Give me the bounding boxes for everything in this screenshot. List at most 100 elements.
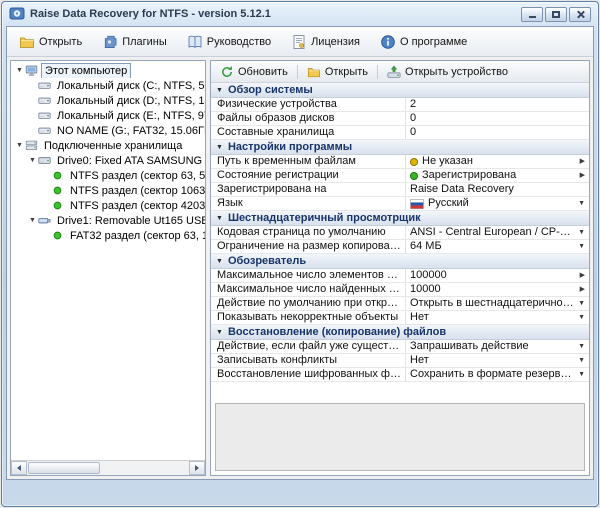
horizontal-scrollbar[interactable] — [11, 460, 205, 475]
dropdown-arrow-icon[interactable]: ▼ — [578, 240, 585, 253]
minimize-icon — [528, 16, 536, 18]
property-name: Показывать некорректные объекты — [211, 311, 406, 324]
section-header[interactable]: ▼ Обозреватель — [211, 254, 589, 269]
property-value: Не указан ▶ — [406, 155, 589, 168]
property-row[interactable]: Кодовая страница по умолчанию ANSI - Cent… — [211, 226, 589, 240]
scroll-right-button[interactable] — [189, 461, 205, 475]
tree-item[interactable]: NTFS раздел (сектор 106318233, 149. — [11, 183, 205, 198]
property-row[interactable]: Записывать конфликты Нет ▼ — [211, 354, 589, 368]
minimize-button[interactable] — [521, 6, 543, 22]
property-value-text: 64 МБ — [410, 240, 442, 252]
tree-item[interactable]: Локальный диск (C:, NTFS, 50.69ГБ) — [11, 78, 205, 93]
manual-button[interactable]: Руководство — [181, 31, 277, 53]
property-value-text: Сохранить в формате резервной копии — [410, 368, 575, 380]
property-row[interactable]: Физические устройства 2 — [211, 98, 589, 112]
disk-icon — [38, 124, 54, 137]
device-tree: ▼ Этот компьютер Локальный диск (C:, NTFS,… — [11, 61, 205, 460]
property-value-text: Русский — [428, 197, 469, 209]
property-row[interactable]: Файлы образов дисков 0 — [211, 112, 589, 126]
tree-item[interactable]: ▼ Drive0: Fixed ATA SAMSUNG HD321KJ — [11, 153, 205, 168]
property-row[interactable]: Зарегистрирована на Raise Data Recovery — [211, 183, 589, 197]
open-folder-button[interactable]: Открыть — [13, 31, 88, 53]
tree-item[interactable]: Локальный диск (E:, NTFS, 97.65ГБ) — [11, 108, 205, 123]
property-name: Физические устройства — [211, 98, 406, 111]
dropdown-arrow-icon[interactable]: ▼ — [578, 368, 585, 381]
property-value: Сохранить в формате резервной копии▼ — [406, 368, 589, 381]
panel-toolbar-label: Открыть устройство — [405, 65, 508, 78]
tree-item[interactable]: ▼ Drive1: Removable Ut165 USB USB2Flash — [11, 213, 205, 228]
tree-item[interactable]: ▼ Подключенные хранилища — [11, 138, 205, 153]
property-value-text: Не указан — [422, 155, 473, 167]
tree-item[interactable]: Локальный диск (D:, NTFS, 149.73ГБ) — [11, 93, 205, 108]
property-row[interactable]: Составные хранилища 0 — [211, 126, 589, 140]
refresh-button[interactable]: Обновить — [215, 63, 293, 81]
toolbar-button-label: Руководство — [206, 35, 272, 48]
maximize-icon — [552, 10, 560, 18]
status-dot-icon — [410, 171, 418, 180]
property-row[interactable]: Максимальное число найденных элементов в… — [211, 283, 589, 297]
license-button[interactable]: Лицензия — [285, 31, 366, 53]
maximize-button[interactable] — [545, 6, 567, 22]
collapse-icon: ▼ — [216, 214, 223, 222]
scrollbar-thumb[interactable] — [28, 462, 100, 474]
property-value: Raise Data Recovery — [406, 183, 589, 196]
dropdown-arrow-icon[interactable]: ▼ — [578, 226, 585, 239]
section-header[interactable]: ▼ Восстановление (копирование) файлов — [211, 325, 589, 340]
property-value-text: 2 — [410, 98, 417, 110]
scrollbar-track[interactable] — [27, 461, 189, 475]
section-header[interactable]: ▼ Настройки программы — [211, 140, 589, 155]
expand-arrow-icon[interactable]: ▶ — [580, 269, 585, 282]
partition-dot-icon — [51, 199, 67, 212]
property-row[interactable]: Действие по умолчанию при открытии файла… — [211, 297, 589, 311]
expand-arrow-icon[interactable]: ▶ — [580, 283, 585, 296]
panel-toolbar: Обновить Открыть Открыть устройство — [211, 61, 589, 83]
tree-item[interactable]: FAT32 раздел (сектор 63, 15.06ГБ) — [11, 228, 205, 243]
tree-item[interactable]: NTFS раздел (сектор 63, 50.69ГБ) — [11, 168, 205, 183]
expander-icon[interactable]: ▼ — [14, 138, 25, 153]
section-header[interactable]: ▼ Шестнадцатеричный просмотрщик — [211, 211, 589, 226]
titlebar: Raise Data Recovery for NTFS - version 5… — [2, 2, 598, 26]
property-row[interactable]: Показывать некорректные объекты Нет ▼ — [211, 311, 589, 325]
tree-item-label: Локальный диск (E:, NTFS, 97.65ГБ) — [57, 109, 205, 122]
client-area: Открыть Плагины Руководство Лицензия О прогр… — [6, 26, 594, 480]
tree-item[interactable]: NTFS раздел (сектор 420340788, 97.6 — [11, 198, 205, 213]
property-value-text: Нет — [410, 311, 429, 323]
scroll-left-button[interactable] — [11, 461, 27, 475]
open-button[interactable]: Открыть — [302, 63, 373, 81]
expand-arrow-icon[interactable]: ▶ — [580, 169, 585, 182]
property-row[interactable]: Язык Русский ▼ — [211, 197, 589, 211]
partition-dot-icon — [51, 184, 67, 197]
property-row[interactable]: Действие, если файл уже существует Запраш… — [211, 340, 589, 354]
partition-dot-icon — [51, 169, 67, 182]
partition-dot-icon — [51, 229, 67, 242]
tree-item[interactable]: NO NAME (G:, FAT32, 15.06ГБ) — [11, 123, 205, 138]
dropdown-arrow-icon[interactable]: ▼ — [578, 354, 585, 367]
dropdown-arrow-icon[interactable]: ▼ — [578, 297, 585, 310]
dropdown-arrow-icon[interactable]: ▼ — [578, 340, 585, 353]
close-button[interactable] — [569, 6, 591, 22]
property-value: Запрашивать действие ▼ — [406, 340, 589, 353]
property-row[interactable]: Путь к временным файлам Не указан ▶ — [211, 155, 589, 169]
expander-icon[interactable]: ▼ — [27, 153, 38, 168]
toolbar-button-label: Плагины — [122, 35, 167, 48]
property-row[interactable]: Максимальное число элементов на странице… — [211, 269, 589, 283]
property-row[interactable]: Ограничение на размер копирования 64 МБ ▼ — [211, 240, 589, 254]
property-value-text: Открыть в шестнадцатеричном просмотрщике — [410, 297, 574, 309]
scroll-right-icon — [195, 465, 199, 471]
properties-panel: Обновить Открыть Открыть устройство ▼ Обзор… — [210, 60, 590, 476]
open-device-button[interactable]: Открыть устройство — [382, 63, 513, 81]
section-header[interactable]: ▼ Обзор системы — [211, 83, 589, 98]
expand-arrow-icon[interactable]: ▶ — [580, 155, 585, 168]
window-title: Raise Data Recovery for NTFS - version 5… — [30, 8, 271, 20]
expander-icon[interactable]: ▼ — [27, 213, 38, 228]
property-row[interactable]: Восстановление шифрованных файлов на NTF… — [211, 368, 589, 382]
expander-icon[interactable]: ▼ — [14, 63, 25, 78]
plugins-button[interactable]: Плагины — [96, 31, 173, 53]
property-name: Путь к временным файлам — [211, 155, 406, 168]
property-row[interactable]: Состояние регистрации Зарегистрирована ▶ — [211, 169, 589, 183]
dropdown-arrow-icon[interactable]: ▼ — [578, 311, 585, 324]
window-controls — [521, 6, 591, 22]
tree-item[interactable]: ▼ Этот компьютер — [11, 63, 205, 78]
dropdown-arrow-icon[interactable]: ▼ — [578, 197, 585, 210]
about-button[interactable]: О программе — [374, 31, 473, 53]
